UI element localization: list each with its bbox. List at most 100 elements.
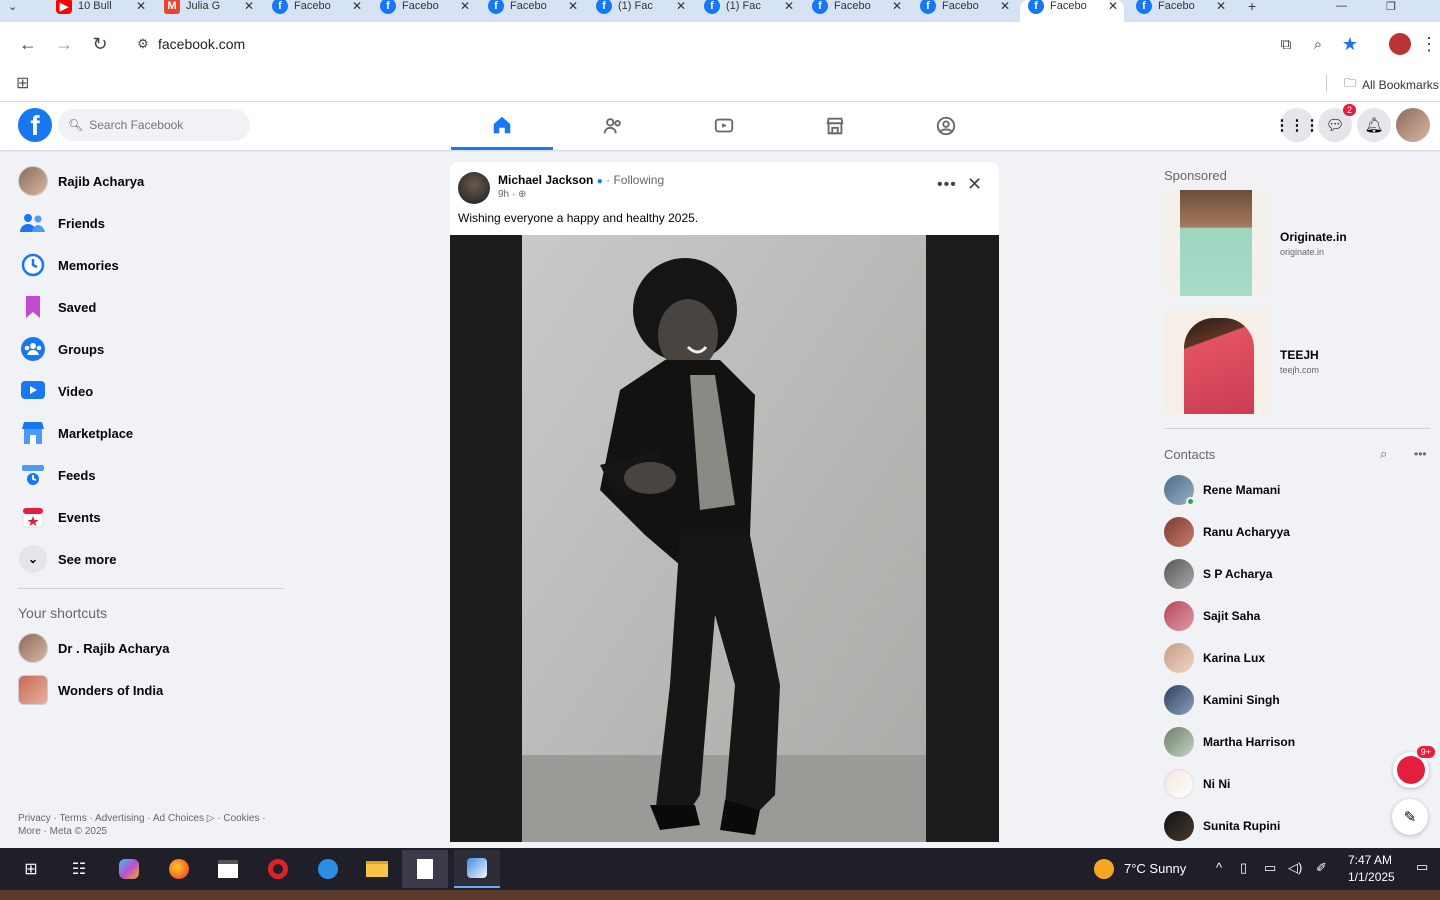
sidebar-item-friends[interactable]: Friends [8, 202, 298, 244]
more-options-icon[interactable]: ••• [1414, 447, 1427, 461]
weather-text[interactable]: 7°C Sunny [1124, 861, 1186, 876]
search-icon[interactable]: ⌕ [1380, 446, 1387, 462]
notifications-button[interactable]: 🔔︎ [1357, 108, 1391, 142]
close-icon[interactable]: ✕ [352, 0, 362, 13]
chevron-up-icon[interactable]: ^ [1216, 860, 1222, 875]
close-icon[interactable]: ✕ [1000, 0, 1010, 13]
opera-button[interactable] [265, 857, 291, 881]
mail-button[interactable] [315, 857, 341, 881]
sidebar-item-see-more[interactable]: ⌄ See more [8, 538, 298, 580]
browser-tab[interactable]: f Facebo ✕ [372, 0, 480, 22]
file-explorer-button[interactable] [364, 857, 390, 881]
clock[interactable]: 7:47 AM 1/1/2025 [1348, 852, 1395, 886]
apps-grid-icon[interactable]: ⊞ [16, 73, 29, 93]
contact-item[interactable]: Rene Mamani [1164, 469, 1440, 511]
install-app-button[interactable]: ⧉ [1268, 26, 1304, 62]
url-input[interactable] [158, 36, 758, 52]
footer-line[interactable]: Privacy · Terms · Advertising · Ad Choic… [18, 812, 288, 825]
tab-home[interactable] [451, 102, 553, 150]
browser-tab[interactable]: f Facebo ✕ [1128, 0, 1234, 22]
store-button[interactable] [215, 857, 241, 881]
browser-tab[interactable]: ▶ 10 Bull ✕ [48, 0, 156, 22]
close-icon[interactable]: ✕ [136, 0, 146, 13]
contact-item[interactable]: Sajit Saha [1164, 595, 1440, 637]
notepad-button[interactable] [402, 850, 448, 888]
contact-item[interactable]: Kamini Singh [1164, 679, 1440, 721]
reload-button[interactable]: ↻ [82, 26, 118, 62]
more-options-icon[interactable]: ••• [937, 176, 957, 194]
site-info-icon[interactable]: ⚙ [128, 36, 158, 52]
tab-search-button[interactable]: ⌄ [0, 0, 42, 22]
messenger-button[interactable]: 💬︎ 2 [1318, 104, 1356, 142]
notification-center-icon[interactable]: ▭ [1416, 859, 1428, 875]
browser-tab[interactable]: f Facebo ✕ [480, 0, 588, 22]
sidebar-item-profile[interactable]: Rajib Acharya [8, 160, 298, 202]
sidebar-item-groups[interactable]: Groups [8, 328, 298, 370]
network-icon[interactable]: ▭ [1264, 860, 1276, 876]
bookmark-star-button[interactable]: ★ [1332, 26, 1368, 62]
volume-icon[interactable]: ◁) [1288, 860, 1302, 876]
sidebar-item-events[interactable]: Events [8, 496, 298, 538]
restore-button[interactable]: ❐ [1378, 0, 1408, 22]
post-author-avatar[interactable] [458, 172, 490, 204]
account-avatar-button[interactable] [1396, 108, 1430, 142]
chat-head-button[interactable]: 9+ [1393, 746, 1435, 788]
contact-item[interactable]: S P Acharya [1164, 553, 1440, 595]
tab-gaming[interactable] [895, 102, 997, 150]
tab-friends[interactable] [562, 102, 664, 150]
close-icon[interactable]: ✕ [1216, 0, 1226, 13]
sidebar-item-feeds[interactable]: Feeds [8, 454, 298, 496]
minimize-button[interactable]: — [1328, 0, 1358, 22]
tab-video[interactable] [673, 102, 775, 150]
start-button[interactable]: ⊞ [18, 857, 44, 881]
sponsored-ad[interactable]: TEEJH teejh.com [1164, 302, 1440, 420]
sponsored-ad[interactable]: Originate.in originate.in [1164, 184, 1440, 302]
sidebar-item-saved[interactable]: Saved [8, 286, 298, 328]
sidebar-item-video[interactable]: Video [8, 370, 298, 412]
contact-item[interactable]: Ranu Acharyya [1164, 511, 1440, 553]
photos-button[interactable] [454, 850, 500, 888]
follow-status[interactable]: · Following [606, 173, 664, 187]
sidebar-item-marketplace[interactable]: Marketplace [8, 412, 298, 454]
omnibox[interactable]: ⚙ [128, 28, 1368, 60]
footer-line[interactable]: More · Meta © 2025 [18, 825, 288, 838]
facebook-logo-icon[interactable]: f [18, 108, 52, 142]
close-icon[interactable]: ✕ [1108, 0, 1118, 13]
profile-button[interactable] [1382, 26, 1418, 62]
close-icon[interactable]: ✕ [460, 0, 470, 13]
new-tab-button[interactable]: + [1240, 0, 1270, 22]
sidebar-item-memories[interactable]: Memories [8, 244, 298, 286]
close-icon[interactable]: ✕ [244, 0, 254, 13]
forward-button[interactable]: → [46, 26, 82, 62]
browser-tab[interactable]: f (1) Fac ✕ [588, 0, 696, 22]
task-view-button[interactable]: ☷ [66, 857, 92, 881]
browser-tab[interactable]: f Facebo ✕ [264, 0, 372, 22]
contact-item[interactable]: Karina Lux [1164, 637, 1440, 679]
facebook-search-box[interactable]: 🔍︎ [58, 109, 250, 141]
browser-tab[interactable]: M Julia G ✕ [156, 0, 264, 22]
battery-icon[interactable]: ▯ [1240, 860, 1247, 876]
browser-tab[interactable]: f Facebo ✕ [804, 0, 912, 22]
tab-marketplace[interactable] [784, 102, 886, 150]
pen-icon[interactable]: ✐ [1316, 860, 1327, 876]
all-bookmarks-button[interactable]: 🗀 All Bookmarks [1344, 74, 1439, 95]
post-time[interactable]: 9h · [498, 189, 515, 200]
post-author-name[interactable]: Michael Jackson [498, 173, 593, 187]
copilot-button[interactable] [116, 857, 142, 881]
browser-tab[interactable]: f (1) Fac ✕ [696, 0, 804, 22]
firefox-button[interactable] [166, 857, 192, 881]
zoom-button[interactable]: ⌕ [1300, 26, 1336, 62]
browser-tab-active[interactable]: f Facebo ✕ [1020, 0, 1124, 22]
close-icon[interactable]: ✕ [967, 174, 982, 195]
back-button[interactable]: ← [10, 26, 46, 62]
close-icon[interactable]: ✕ [892, 0, 902, 13]
shortcut-item[interactable]: Wonders of India [8, 669, 298, 711]
post-photo[interactable] [450, 235, 999, 842]
menu-grid-button[interactable]: ⋮⋮⋮ [1275, 108, 1320, 142]
close-icon[interactable]: ✕ [568, 0, 578, 13]
close-icon[interactable]: ✕ [676, 0, 686, 13]
facebook-search-input[interactable] [89, 118, 240, 132]
close-icon[interactable]: ✕ [784, 0, 794, 13]
browser-menu-button[interactable]: ⋮ [1418, 26, 1440, 62]
browser-tab[interactable]: f Facebo ✕ [912, 0, 1020, 22]
